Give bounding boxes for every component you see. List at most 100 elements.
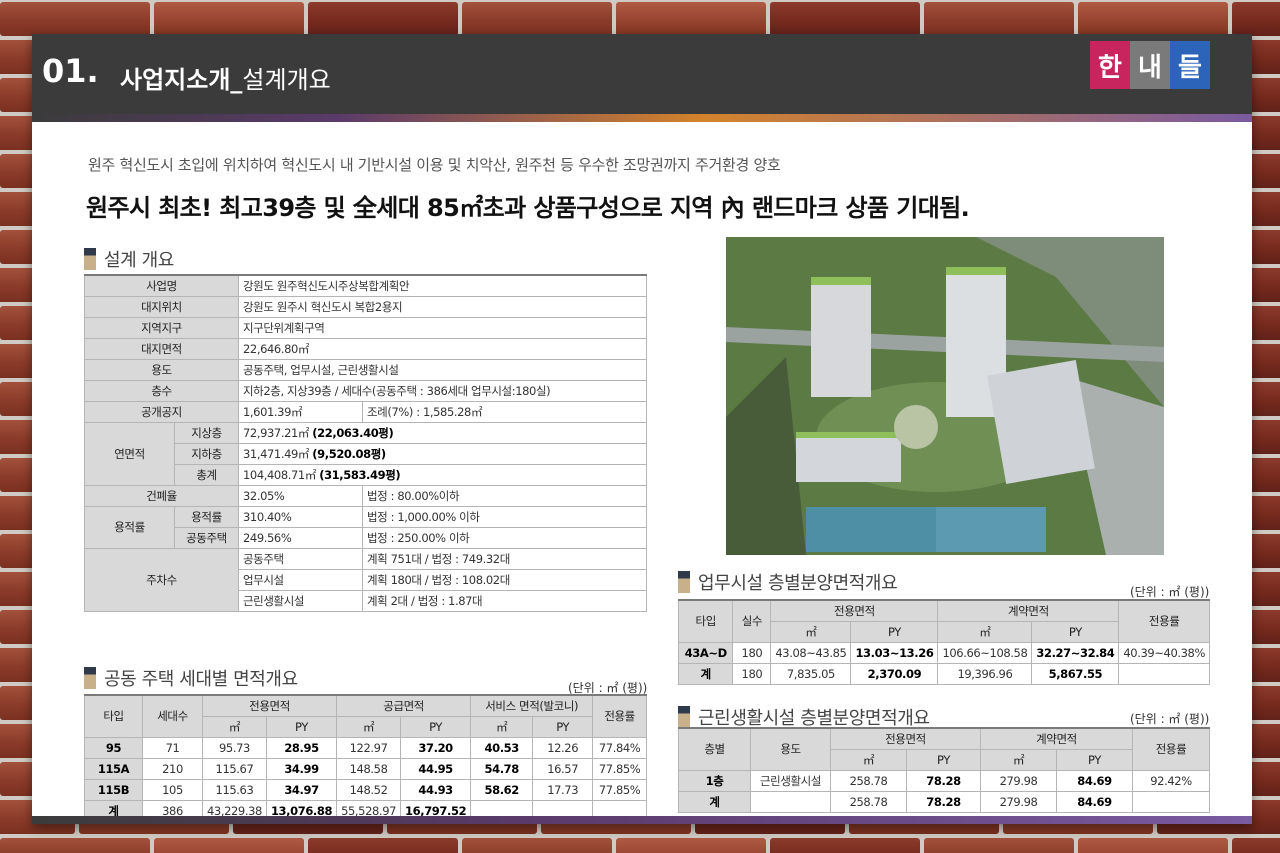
table-cell: 84.69 (1056, 790, 1133, 813)
brick (1078, 838, 1228, 853)
brick (154, 2, 304, 36)
table-row: 43A~D 180 43.08~43.85 13.03~13.26 106.66~108… (677, 641, 1210, 664)
logo-char-2: 내 (1130, 41, 1170, 89)
table-cell: 71 (142, 736, 203, 759)
table-cell: 105 (142, 778, 203, 801)
brick (924, 838, 1074, 853)
table-row: 95 71 95.73 28.95 122.97 37.20 40.53 12.26 77.84… (84, 736, 647, 759)
table-cell: 43.08~43.85 (770, 641, 852, 664)
section-marker-icon (84, 667, 96, 689)
table-cell: 95 (84, 736, 143, 759)
table-cell: 84.69 (1056, 769, 1133, 792)
table-cell: 43A~D (677, 641, 734, 664)
table-cell (750, 790, 831, 813)
table-cell: 28.95 (265, 736, 338, 759)
brick (770, 2, 920, 36)
building-rendering (726, 237, 1164, 555)
brick (0, 838, 150, 853)
table-cell: 7,835.05 (770, 662, 852, 685)
table-cell: 근린생활시설 (750, 769, 831, 792)
table-row: 사업명 강원도 원주혁신도시주상복합계획안 (84, 274, 647, 297)
table-cell: 37.20 (400, 736, 472, 759)
table-cell: 1층 (678, 769, 751, 792)
table-row: 대지면적 22,646.80㎡ (84, 337, 647, 360)
table-cell: 78.28 (906, 790, 981, 813)
table-cell: 44.95 (400, 757, 472, 780)
table-cell: 계 (677, 662, 734, 685)
table-cell: 77.85% (592, 757, 647, 780)
table-cell: 115B (84, 778, 143, 801)
table-cell: 40.53 (470, 736, 534, 759)
section-title: 사업지소개_설계개요 (120, 66, 331, 94)
table-cell: 32.27~32.84 (1031, 641, 1120, 664)
brick (308, 2, 458, 36)
table-cell: 95.73 (202, 736, 267, 759)
brick (616, 838, 766, 853)
table-cell: 180 (732, 662, 772, 685)
table-row: 계 258.78 78.28 279.98 84.69 (678, 790, 1210, 813)
table-cell: 115.67 (202, 757, 267, 780)
table-cell: 115.63 (202, 778, 267, 801)
table-cell: 34.99 (265, 757, 338, 780)
table-row: 지역지구 지구단위계획구역 (84, 316, 647, 339)
brick (616, 2, 766, 36)
brick (770, 838, 920, 853)
table-cell: 122.97 (336, 736, 402, 759)
brick (0, 2, 150, 36)
table-cell (1118, 662, 1210, 685)
housing-area-table: 타입 세대수 전용면적 공급면적 서비스 면적(발코니) 전용률 ㎡ PY ㎡ PY ㎡ PY 95… (84, 694, 647, 822)
design-section-title: 설계 개요 (84, 246, 174, 272)
table-cell: 279.98 (980, 790, 1057, 813)
table-row: 대지위치 강원도 원주시 혁신도시 복합2용지 (84, 295, 647, 318)
table-row: 건폐율 32.05% 법정 : 80.00%이하 (84, 484, 647, 507)
brick (1232, 838, 1280, 853)
table-cell: 279.98 (980, 769, 1057, 792)
table-row: 용도 공동주택, 업무시설, 근린생활시설 (84, 358, 647, 381)
brick (154, 838, 304, 853)
table-row: 층수 지하2층, 지상39층 / 세대수(공동주택 : 386세대 업무시설:18… (84, 379, 647, 402)
retail-area-table: 층별 용도 전용면적 계약면적 전용률 ㎡ PY ㎡ PY 1층 근린생활시설 258.78 78.… (678, 727, 1210, 813)
office-section-title: 업무시설 층별분양면적개요 (678, 569, 898, 595)
table-cell: 16.57 (532, 757, 594, 780)
table-cell: 40.39~40.38% (1118, 641, 1210, 664)
header-bar: 01. 사업지소개_설계개요 한 내 들 (32, 34, 1252, 114)
table-cell: 148.58 (336, 757, 402, 780)
table-cell: 258.78 (830, 769, 907, 792)
intro-text: 원주 혁신도시 초입에 위치하여 혁신도시 내 기반시설 이용 및 치악산, 원… (88, 156, 781, 174)
headline: 원주시 최초! 최고39층 및 全세대 85㎡초과 상품구성으로 지역 內 랜드… (86, 194, 970, 222)
table-cell: 78.28 (906, 769, 981, 792)
table-cell: 2,370.09 (850, 662, 939, 685)
aerial-rendering-image (726, 237, 1164, 555)
section-marker-icon (678, 571, 690, 593)
section-number: 01. (42, 52, 99, 90)
brick (924, 2, 1074, 36)
table-cell: 77.84% (592, 736, 647, 759)
table-cell: 5,867.55 (1031, 662, 1120, 685)
table-row: 주차수 공동주택 계획 751대 / 법정 : 749.32대 (84, 547, 647, 612)
section-marker-icon (678, 706, 690, 728)
table-cell: 58.62 (470, 778, 534, 801)
header-accent-line (32, 114, 1252, 122)
design-overview-table: 사업명 강원도 원주혁신도시주상복합계획안 대지위치 강원도 원주시 혁신도시 복합… (84, 274, 647, 612)
table-cell: 17.73 (532, 778, 594, 801)
section-marker-icon (84, 248, 96, 270)
table-cell: 54.78 (470, 757, 534, 780)
table-row: 1층 근린생활시설 258.78 78.28 279.98 84.69 92.42% (678, 769, 1210, 792)
brick (1078, 2, 1228, 36)
table-cell (1132, 790, 1210, 813)
office-area-table: 타입 실수 전용면적 계약면적 전용률 ㎡ PY ㎡ PY 43A~D 180 43.08~43.… (677, 599, 1210, 685)
table-cell: 258.78 (830, 790, 907, 813)
table-cell: 115A (84, 757, 143, 780)
brick (462, 838, 612, 853)
info-board: 01. 사업지소개_설계개요 한 내 들 원주 혁신도시 초입에 위치하여 혁신… (32, 34, 1252, 824)
table-cell: 계 (678, 790, 751, 813)
table-cell: 12.26 (532, 736, 594, 759)
brand-logo: 한 내 들 (1090, 41, 1210, 89)
retail-unit-note: (단위 : ㎡ (평)) (1130, 712, 1210, 726)
table-cell: 180 (732, 641, 772, 664)
table-cell: 148.52 (336, 778, 402, 801)
logo-char-1: 한 (1090, 41, 1130, 89)
table-cell: 92.42% (1132, 769, 1210, 792)
brick (308, 838, 458, 853)
table-row: 용적률 용적률 310.40% 법정 : 1,000.00% 이하 (84, 505, 647, 549)
